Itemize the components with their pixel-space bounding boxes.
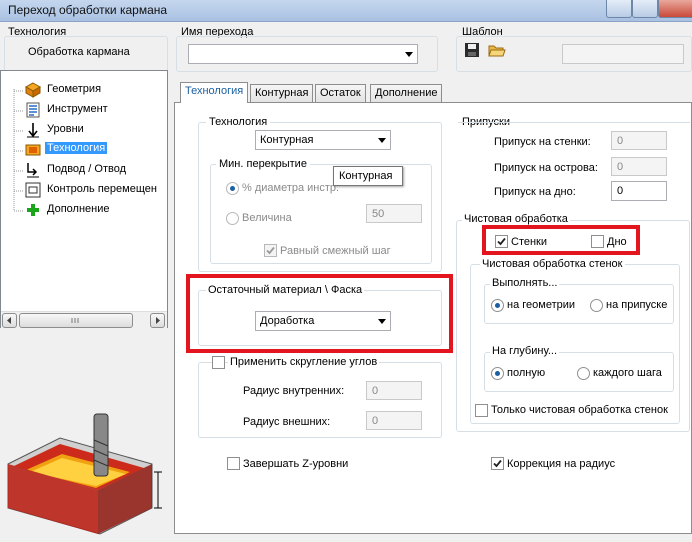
equal-step-label: Равный смежный шаг xyxy=(280,245,391,257)
walls-finishing-label: Чистовая обработка стенок xyxy=(480,258,625,270)
depth-label: На глубину... xyxy=(490,345,560,357)
open-folder-icon[interactable] xyxy=(488,42,506,58)
floor-allowance-field[interactable]: 0 xyxy=(611,181,667,201)
outer-radius-field[interactable]: 0 xyxy=(366,411,422,430)
plus-icon xyxy=(25,202,41,218)
each-step-label: каждого шага xyxy=(593,367,662,379)
value-radio[interactable] xyxy=(226,212,239,225)
inner-radius-field[interactable]: 0 xyxy=(366,381,422,400)
close-button[interactable] xyxy=(658,0,692,18)
technology-mode-combo[interactable]: Контурная xyxy=(255,130,391,150)
maximize-button[interactable] xyxy=(632,0,658,18)
walls-allowance-field[interactable]: 0 xyxy=(611,131,667,150)
full-depth-label: полную xyxy=(507,367,546,379)
outer-radius-label: Радиус внешних: xyxy=(243,416,331,428)
scroll-thumb[interactable] xyxy=(19,313,133,328)
template-field[interactable] xyxy=(562,44,684,64)
full-depth-radio[interactable] xyxy=(491,367,504,380)
horizontal-scrollbar[interactable] xyxy=(1,311,167,328)
scroll-right-button[interactable] xyxy=(150,313,165,328)
geometry-icon xyxy=(24,82,42,98)
value-label: Величина xyxy=(242,212,292,224)
tab-technology[interactable]: Технология xyxy=(180,82,249,103)
highlight-box-finishing xyxy=(482,225,640,255)
overlap-value-field[interactable]: 50 xyxy=(366,204,422,223)
equal-step-checkbox[interactable] xyxy=(264,244,277,257)
islands-allowance-field[interactable]: 0 xyxy=(611,157,667,176)
chevron-down-icon xyxy=(405,52,413,57)
walls-allowance-label: Припуск на стенки: xyxy=(494,136,591,148)
pocket-illustration xyxy=(0,400,166,536)
floor-allowance-label: Припуск на дно: xyxy=(494,186,576,198)
on-allowance-label: на припуске xyxy=(606,299,668,311)
islands-allowance-label: Припуск на острова: xyxy=(494,162,598,174)
navigation-tree: Геометрия Инструмент Уровни Технология П… xyxy=(0,70,168,328)
only-finish-checkbox[interactable] xyxy=(475,404,488,417)
on-geometry-radio[interactable] xyxy=(491,299,504,312)
radius-correction-checkbox[interactable] xyxy=(491,457,504,470)
percent-diameter-label: % диаметра инстр. xyxy=(242,182,340,194)
inner-radius-label: Радиус внутренних: xyxy=(243,385,345,397)
transition-name-combo[interactable] xyxy=(188,44,418,64)
tab-residual[interactable]: Остаток xyxy=(315,84,366,102)
only-finish-label: Только чистовая обработка стенок xyxy=(491,404,668,416)
rounding-label: Применить скругление углов xyxy=(228,356,380,368)
technology-header-value: Обработка кармана xyxy=(28,46,130,58)
highlight-box-residual xyxy=(186,274,453,353)
tree-lines xyxy=(13,89,24,212)
on-geometry-label: на геометрии xyxy=(507,299,576,311)
technology-icon xyxy=(25,142,41,158)
scroll-left-button[interactable] xyxy=(2,313,17,328)
on-allowance-radio[interactable] xyxy=(590,299,603,312)
title-bar: Переход обработки кармана xyxy=(0,0,692,22)
technology-group-label: Технология xyxy=(206,116,271,128)
percent-diameter-radio[interactable] xyxy=(226,182,239,195)
tool-icon xyxy=(25,102,41,118)
tooltip: Контурная xyxy=(333,166,403,186)
finish-z-label: Завершать Z-уровни xyxy=(243,458,349,470)
finishing-label: Чистовая обработка xyxy=(462,213,570,225)
minimize-button[interactable] xyxy=(606,0,632,18)
tab-contour[interactable]: Контурная xyxy=(250,84,314,102)
motion-control-icon xyxy=(25,182,41,198)
min-overlap-label: Мин. перекрытие xyxy=(216,158,310,170)
execute-label: Выполнять... xyxy=(490,277,560,289)
finish-z-checkbox[interactable] xyxy=(227,457,240,470)
window-title: Переход обработки кармана xyxy=(8,3,168,17)
save-icon[interactable] xyxy=(464,42,480,58)
levels-icon xyxy=(25,122,41,138)
chevron-down-icon xyxy=(378,138,386,143)
tab-addition[interactable]: Дополнение xyxy=(370,84,443,102)
each-step-radio[interactable] xyxy=(577,367,590,380)
radius-correction-label: Коррекция на радиус xyxy=(507,458,616,470)
approach-icon xyxy=(25,162,41,178)
rounding-checkbox[interactable] xyxy=(212,356,225,369)
